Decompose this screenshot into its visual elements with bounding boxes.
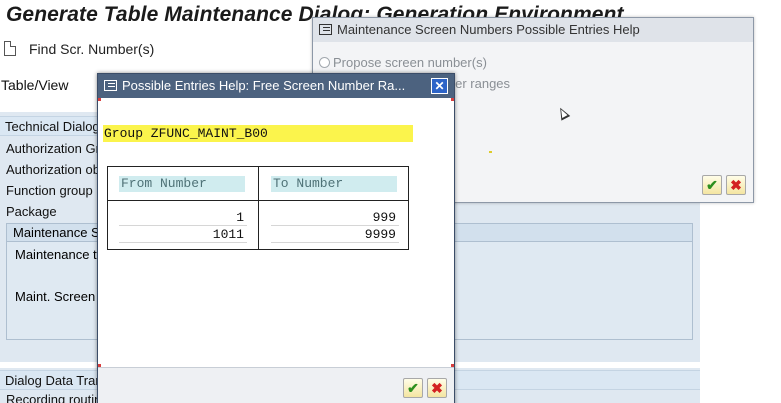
- mouse-cursor-icon: [555, 105, 571, 121]
- cancel-button[interactable]: ✖: [726, 175, 746, 195]
- check-icon: ✔: [407, 380, 419, 396]
- propose-screen-numbers-label: Propose screen number(s): [333, 55, 487, 70]
- group-label: Group ZFUNC_MAINT_B00: [103, 125, 413, 142]
- table-cell-to[interactable]: 999: [271, 210, 399, 226]
- screen-numbers-dialog-titlebar[interactable]: Maintenance Screen Numbers Possible Entr…: [313, 18, 753, 42]
- corner-marker: [451, 98, 454, 101]
- column-header-to: To Number: [271, 176, 397, 192]
- cancel-icon: ✖: [431, 380, 443, 396]
- recording-routine-label: Recording routine: [6, 392, 109, 403]
- free-ranges-dialog-titlebar[interactable]: Possible Entries Help: Free Screen Numbe…: [98, 74, 454, 98]
- focus-marker: [489, 151, 492, 153]
- package-label: Package: [6, 204, 57, 219]
- radio-button-icon: [319, 57, 330, 68]
- confirm-button[interactable]: ✔: [403, 378, 423, 398]
- table-cell-to[interactable]: 9999: [271, 227, 399, 243]
- free-ranges-dialog-footer: ✔ ✖: [98, 367, 454, 403]
- propose-screen-numbers-radio[interactable]: Propose screen number(s): [319, 55, 487, 70]
- find-screen-numbers-button[interactable]: Find Scr. Number(s): [29, 41, 154, 57]
- free-ranges-dialog: Possible Entries Help: Free Screen Numbe…: [97, 73, 455, 403]
- check-icon: ✔: [706, 177, 718, 193]
- close-icon[interactable]: ✕: [431, 78, 448, 94]
- function-group-label: Function group: [6, 183, 93, 198]
- column-divider: [258, 167, 259, 249]
- column-header-from: From Number: [119, 176, 245, 192]
- table-cell-from[interactable]: 1: [119, 210, 247, 226]
- screen-numbers-dialog-title: Maintenance Screen Numbers Possible Entr…: [337, 22, 640, 37]
- table-cell-from[interactable]: 1011: [119, 227, 247, 243]
- document-icon[interactable]: [4, 41, 16, 56]
- dialog-window-icon: [319, 24, 332, 35]
- free-ranges-table: From Number To Number 1 999 1011 9999: [107, 166, 409, 250]
- corner-marker: [98, 98, 101, 101]
- confirm-button[interactable]: ✔: [702, 175, 722, 195]
- free-ranges-dialog-body: Group ZFUNC_MAINT_B00 From Number To Num…: [98, 98, 454, 367]
- header-divider: [108, 200, 408, 201]
- cancel-button[interactable]: ✖: [427, 378, 447, 398]
- cancel-icon: ✖: [730, 177, 742, 193]
- table-view-label: Table/View: [1, 77, 69, 93]
- dialog-window-icon: [104, 80, 117, 91]
- free-ranges-dialog-title: Possible Entries Help: Free Screen Numbe…: [122, 78, 406, 93]
